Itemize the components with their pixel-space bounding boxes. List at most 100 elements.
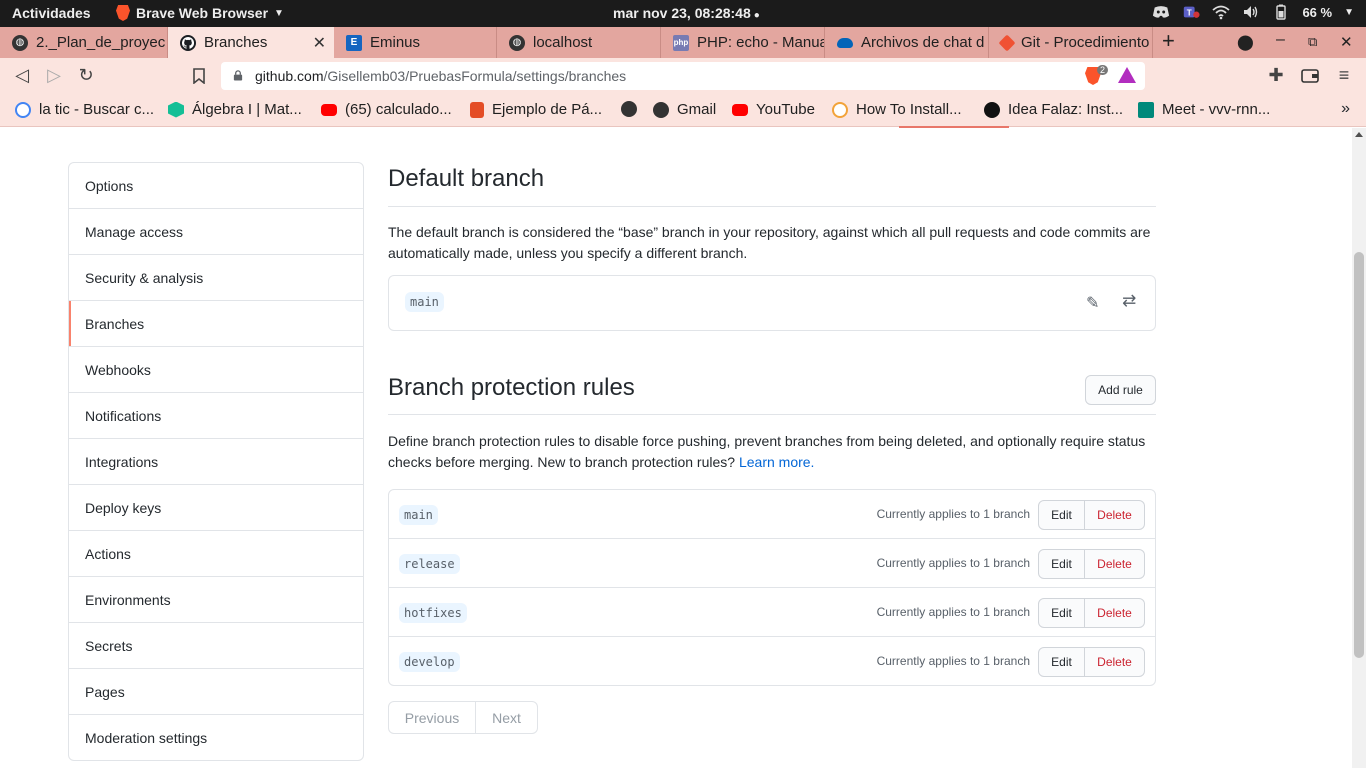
volume-icon[interactable] [1242,4,1260,20]
brave-logo-icon [116,5,130,21]
sidebar-item-webhooks[interactable]: Webhooks [69,346,363,392]
protection-rules-title: Branch protection rules [388,374,635,401]
svg-text:T: T [1187,9,1192,18]
divider [388,414,1156,415]
delete-rule-button[interactable]: Delete [1085,598,1145,628]
activities-button[interactable]: Actividades [12,5,91,21]
switch-branch-icon[interactable]: ⇄ [1122,291,1136,311]
sidebar-item-environments[interactable]: Environments [69,576,363,622]
bookmarks-bar: la tic - Buscar c... Álgebra I | Mat... … [0,94,1366,127]
caret-down-icon: ▼ [274,7,284,19]
new-tab-icon[interactable]: + [1162,28,1175,54]
rule-row-develop: develop Currently applies to 1 branch Ed… [389,636,1155,685]
tab-plan-de-proyecto[interactable]: ◍ 2._Plan_de_proyec [0,27,168,58]
teams-icon[interactable]: T [1182,4,1201,20]
sidebar-item-notifications[interactable]: Notifications [69,392,363,438]
bookmark-la-tic[interactable]: la tic - Buscar c... [15,101,154,118]
bookmark-gmail[interactable]: Gmail [653,101,716,118]
sidebar-item-secrets[interactable]: Secrets [69,622,363,668]
main-menu-icon[interactable]: ≡ [1334,65,1354,86]
tab-localhost[interactable]: ◍ localhost [497,27,661,58]
bookmark-calculadora[interactable]: (65) calculado... [321,101,452,118]
edit-rule-button[interactable]: Edit [1038,598,1085,628]
minimize-window-icon[interactable]: – [1276,31,1285,49]
battery-percent: 66 % [1302,4,1333,20]
bookmark-idea-falaz[interactable]: Idea Falaz: Inst... [984,101,1123,118]
tab-eminus[interactable]: E Eminus [334,27,497,58]
notification-dot-icon: ● [753,10,760,21]
close-window-icon[interactable]: ✕ [1340,33,1353,51]
google-meet-icon [1138,101,1154,118]
edit-rule-button[interactable]: Edit [1038,647,1085,677]
back-icon[interactable]: ◁ [12,65,32,86]
tab-branches[interactable]: Branches ✕ [168,27,334,58]
scroll-up-icon[interactable] [1355,132,1363,137]
settings-sidebar: Options Manage access Security & analysi… [68,162,364,761]
wifi-icon[interactable] [1212,4,1231,20]
lock-icon [233,70,243,81]
bookmark-label: Ejemplo de Pá... [492,101,603,118]
next-page-button[interactable]: Next [476,701,538,734]
sidebar-item-pages[interactable]: Pages [69,668,363,714]
reload-icon[interactable]: ↻ [76,65,96,86]
forward-icon[interactable]: ▷ [44,65,64,86]
sidebar-item-integrations[interactable]: Integrations [69,438,363,484]
learn-more-link[interactable]: Learn more. [739,454,814,470]
bookmark-globe[interactable] [621,101,645,117]
globe-icon: ◍ [12,34,28,51]
bookmark-algebra[interactable]: Álgebra I | Mat... [168,101,302,118]
rule-row-release: release Currently applies to 1 branch Ed… [389,538,1155,587]
sidebar-item-manage-access[interactable]: Manage access [69,208,363,254]
bookmark-ejemplo[interactable]: Ejemplo de Pá... [470,101,602,118]
tab-search-icon[interactable]: ⬤ [1237,33,1254,51]
khan-academy-icon [168,101,184,118]
scrollbar-thumb[interactable] [1354,252,1364,658]
brave-rewards-icon[interactable] [1118,67,1136,83]
address-bar[interactable]: github.com/Gisellemb03/PruebasFormula/se… [221,62,1145,90]
rule-row-main: main Currently applies to 1 branch Edit … [389,490,1155,538]
battery-icon[interactable] [1272,4,1290,20]
add-rule-button[interactable]: Add rule [1085,375,1156,405]
sidebar-item-actions[interactable]: Actions [69,530,363,576]
clock[interactable]: mar nov 23, 08:28:48 ● [613,5,760,21]
system-menu-caret-icon[interactable]: ▼ [1344,7,1354,18]
extensions-icon[interactable]: ✚ [1266,65,1286,86]
sidebar-item-deploy-keys[interactable]: Deploy keys [69,484,363,530]
rule-applies-text: Currently applies to 1 branch [876,605,1030,619]
app-menu[interactable]: Brave Web Browser ▼ [116,5,284,21]
bookmark-meet[interactable]: Meet - vvv-rnn... [1138,101,1270,118]
more-bookmarks-icon[interactable]: » [1341,100,1350,118]
sidebar-item-options[interactable]: Options [69,163,363,208]
tab-archivos-de-chat[interactable]: Archivos de chat d [825,27,989,58]
delete-rule-button[interactable]: Delete [1085,549,1145,579]
divider [388,206,1156,207]
wallet-icon[interactable] [1301,69,1319,83]
rule-actions: Edit Delete [1038,549,1145,579]
discord-icon[interactable] [1152,4,1170,20]
system-tray[interactable]: T 66 % ▼ [1152,4,1354,20]
rule-branch-name: develop [399,652,460,672]
sidebar-item-branches[interactable]: Branches [69,300,363,346]
delete-rule-button[interactable]: Delete [1085,647,1145,677]
delete-rule-button[interactable]: Delete [1085,500,1145,530]
sidebar-item-moderation-settings[interactable]: Moderation settings [69,714,363,760]
tab-php-echo[interactable]: php PHP: echo - Manua [661,27,825,58]
bookmark-how-to-install[interactable]: How To Install... [832,101,962,118]
edit-rule-button[interactable]: Edit [1038,549,1085,579]
default-branch-name: main [405,292,444,312]
pencil-icon[interactable]: ✎ [1086,293,1099,313]
previous-page-button[interactable]: Previous [388,701,476,734]
edit-rule-button[interactable]: Edit [1038,500,1085,530]
eminus-icon: E [346,34,362,51]
tab-git-procedimiento[interactable]: Git - Procedimiento [989,27,1153,58]
tab-label: PHP: echo - Manua [697,34,825,51]
rule-branch-name: main [399,505,438,525]
sidebar-item-security-analysis[interactable]: Security & analysis [69,254,363,300]
rule-branch-name: hotfixes [399,603,467,623]
restore-window-icon[interactable]: ⧉ [1308,34,1317,50]
close-tab-icon[interactable]: ✕ [313,33,326,53]
bookmark-youtube[interactable]: YouTube [732,101,815,118]
page-scrollbar[interactable] [1352,128,1366,768]
tab-strip: ◍ 2._Plan_de_proyec Branches ✕ E Eminus … [0,27,1366,58]
bookmark-icon[interactable] [192,68,206,84]
